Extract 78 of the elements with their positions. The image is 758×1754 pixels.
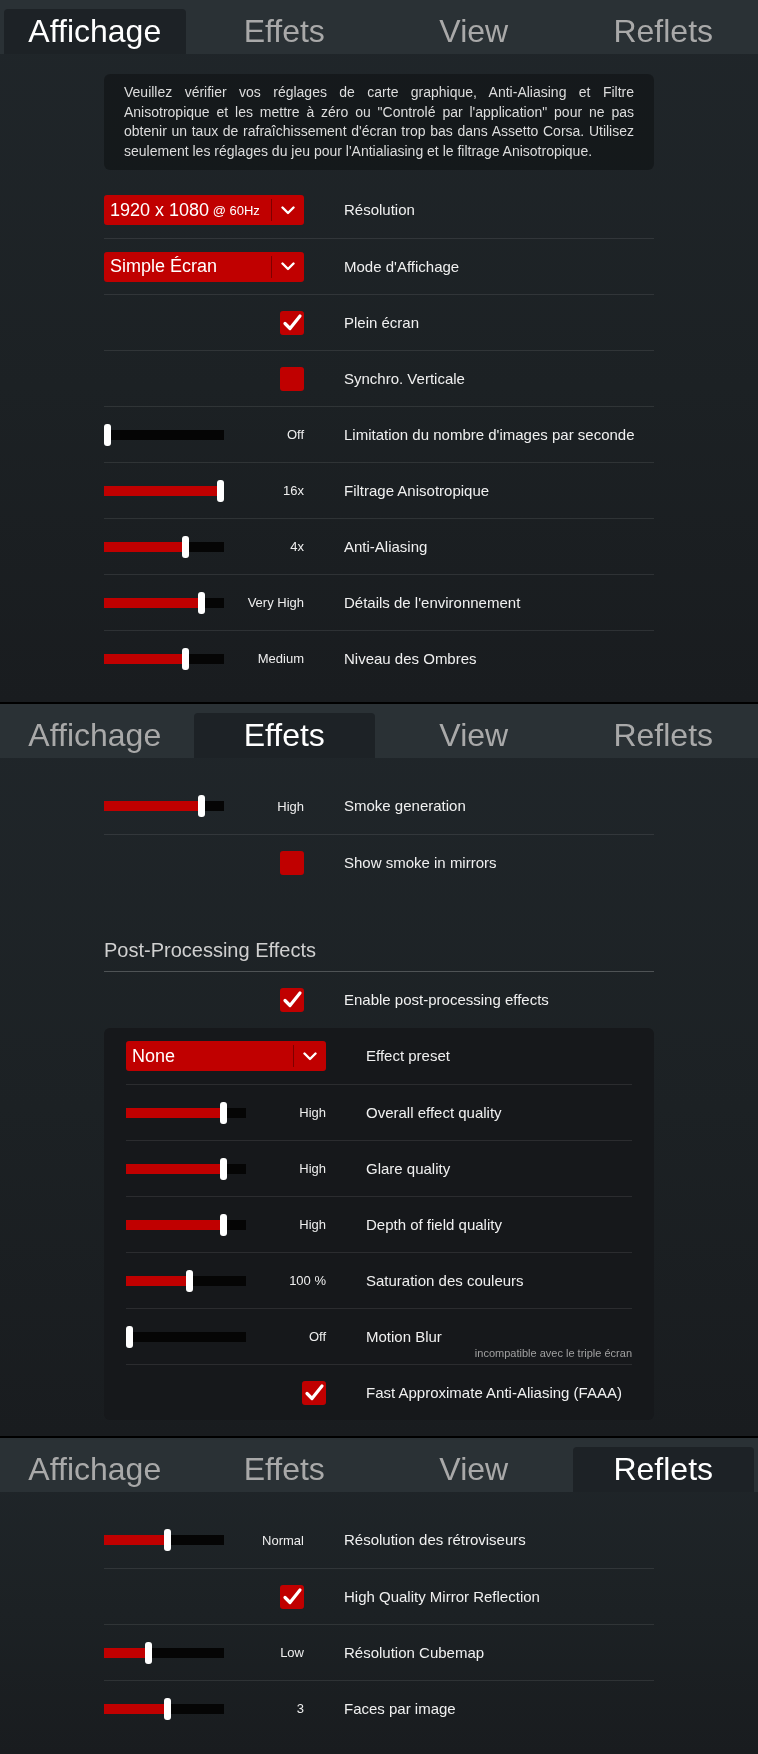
- tab[interactable]: View: [383, 713, 565, 758]
- checkbox[interactable]: [302, 1380, 326, 1405]
- setting-label: Motion Blur: [366, 1326, 443, 1347]
- dropdown[interactable]: None: [126, 1041, 326, 1071]
- slider-value: High: [277, 798, 304, 814]
- slider-value: 3: [296, 1701, 304, 1716]
- slider-value: High: [299, 1161, 326, 1176]
- slider-value: Off: [286, 427, 304, 442]
- setting-label: Résolution des rétroviseurs: [344, 1530, 527, 1550]
- tab[interactable]: Affichage: [4, 9, 186, 54]
- setting-label: Filtrage Anisotropique: [344, 480, 491, 501]
- slider-thumb[interactable]: [219, 1157, 227, 1180]
- slider-thumb[interactable]: [126, 1325, 133, 1348]
- checkbox[interactable]: [280, 310, 304, 335]
- slider-thumb[interactable]: [219, 1101, 227, 1124]
- tab[interactable]: Effets: [193, 1447, 375, 1492]
- slider-value: 4x: [290, 539, 304, 554]
- tab[interactable]: Reflets: [572, 9, 754, 54]
- section-heading: Post-Processing Effects: [104, 928, 654, 972]
- slider-value: Off: [308, 1329, 326, 1344]
- setting-label: Effect preset: [366, 1046, 451, 1066]
- setting-label: Détails de l'environnement: [344, 592, 522, 613]
- setting-label: Enable post-processing effects: [344, 990, 550, 1010]
- slider-thumb[interactable]: [163, 1529, 171, 1551]
- slider-value: Low: [280, 1645, 304, 1660]
- tab[interactable]: View: [383, 9, 565, 54]
- checkbox[interactable]: [280, 366, 304, 391]
- setting-label: Plein écran: [344, 312, 421, 333]
- tab[interactable]: Affichage: [4, 1447, 186, 1492]
- setting-label: Overall effect quality: [366, 1102, 503, 1123]
- note-text: incompatible avec le triple écran: [474, 1346, 632, 1360]
- slider-value: 16x: [283, 483, 304, 498]
- slider-value: High: [299, 1105, 326, 1120]
- chevron-down-icon: [281, 262, 295, 271]
- slider-thumb[interactable]: [144, 1641, 152, 1664]
- dropdown[interactable]: Simple Écran: [104, 251, 304, 282]
- slider-value: High: [299, 1217, 326, 1232]
- notice-text: Veuillez vérifier vos réglages de carte graphique, Anti-Aliasing et Filtre Anisotropique et les mettre à zéro ou "Controlé par l'application" pour ne pas obtenir un taux de rafraîchissement d'écran trop bas dans Assetto Corsa. Utilisez seulement les réglages du jeu pour l'Antialiasing et le filtrage Anisotropique.: [104, 74, 654, 170]
- setting-label: Glare quality: [366, 1158, 452, 1179]
- setting-label: Mode d'Affichage: [344, 256, 461, 277]
- checkbox[interactable]: [280, 988, 304, 1012]
- setting-label: Faces par image: [344, 1698, 457, 1719]
- setting-label: Résolution Cubemap: [344, 1642, 486, 1663]
- slider-thumb[interactable]: [181, 647, 189, 670]
- slider-thumb[interactable]: [104, 423, 111, 446]
- chevron-down-icon: [303, 1051, 317, 1061]
- slider-thumb[interactable]: [197, 795, 205, 817]
- setting-label: Fast Approximate Anti-Aliasing (FAAA): [366, 1382, 623, 1403]
- setting-label: Résolution: [344, 200, 416, 220]
- slider-thumb[interactable]: [185, 1269, 193, 1292]
- tab[interactable]: View: [383, 1447, 565, 1492]
- tab[interactable]: Effets: [193, 9, 375, 54]
- slider-value: Very High: [247, 595, 304, 610]
- setting-label: Show smoke in mirrors: [344, 852, 498, 873]
- tab[interactable]: Affichage: [4, 713, 186, 758]
- setting-label: Depth of field quality: [366, 1214, 503, 1235]
- setting-label: Saturation des couleurs: [366, 1270, 525, 1291]
- checkbox[interactable]: [280, 1584, 304, 1609]
- dropdown[interactable]: 1920 x 1080 @ 60Hz: [104, 195, 304, 225]
- checkbox[interactable]: [280, 850, 304, 875]
- slider-thumb[interactable]: [217, 479, 224, 502]
- slider-thumb[interactable]: [181, 535, 189, 558]
- slider-thumb[interactable]: [219, 1213, 227, 1236]
- setting-label: Smoke generation: [344, 796, 467, 816]
- setting-label: Anti-Aliasing: [344, 536, 429, 557]
- setting-label: High Quality Mirror Reflection: [344, 1586, 541, 1607]
- tab[interactable]: Effets: [193, 713, 375, 758]
- slider-value: 100 %: [289, 1273, 326, 1288]
- setting-label: Synchro. Verticale: [344, 368, 466, 389]
- chevron-down-icon: [281, 205, 295, 215]
- setting-label: Limitation du nombre d'images par seconde: [344, 424, 636, 445]
- setting-label: Niveau des Ombres: [344, 648, 478, 669]
- tab[interactable]: Reflets: [572, 713, 754, 758]
- slider-thumb[interactable]: [197, 591, 205, 614]
- slider-value: Normal: [262, 1532, 304, 1548]
- slider-value: Medium: [257, 651, 304, 666]
- tab[interactable]: Reflets: [572, 1447, 754, 1492]
- slider-thumb[interactable]: [163, 1697, 171, 1720]
